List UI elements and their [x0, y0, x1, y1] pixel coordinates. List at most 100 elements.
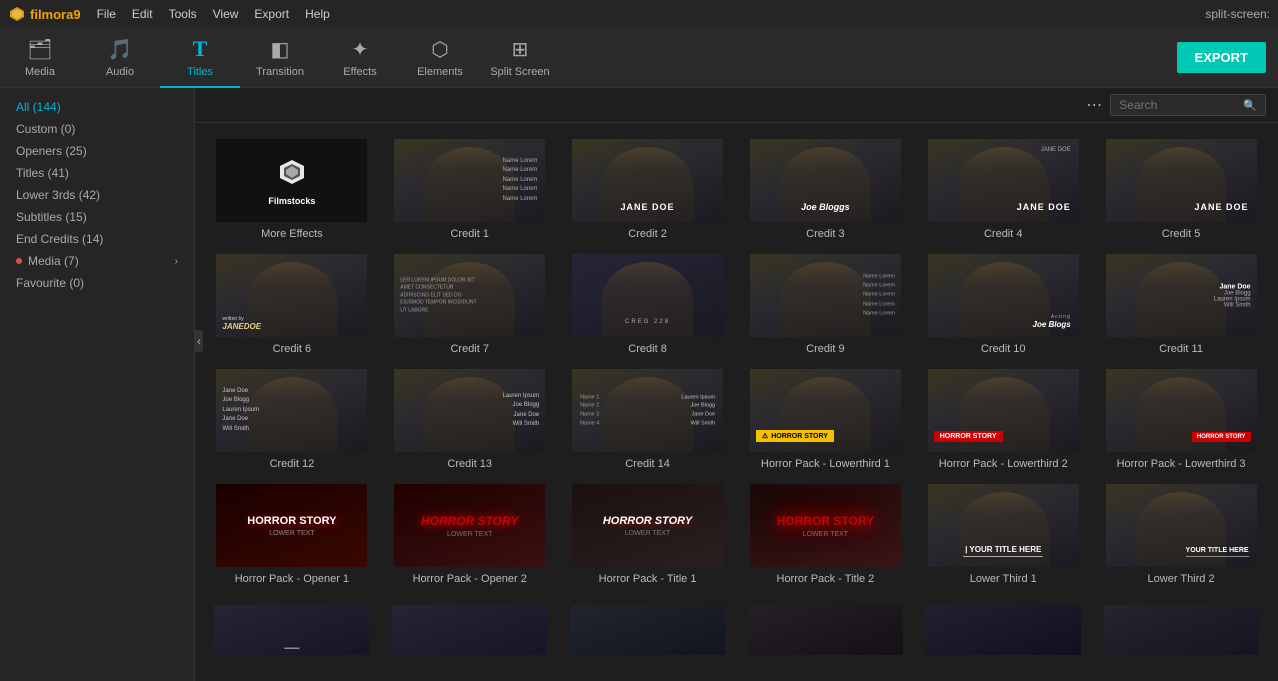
item-label: Credit 8	[570, 343, 725, 355]
list-item[interactable]: | YOUR TITLE HERE Lower Third 1	[914, 476, 1092, 591]
list-item[interactable]	[914, 599, 1092, 661]
sidebar: All (144) Custom (0) Openers (25) Titles…	[0, 88, 195, 681]
list-item[interactable]: Name LoremName LoremName LoremName Lorem…	[381, 131, 559, 246]
toolbar-audio-label: Audio	[106, 66, 134, 78]
menu-tools[interactable]: Tools	[169, 7, 197, 21]
menu-help[interactable]: Help	[305, 7, 330, 21]
list-item[interactable]: Acting Joe Blogs Credit 10	[914, 246, 1092, 361]
sidebar-custom-label: Custom (0)	[16, 122, 75, 136]
list-item[interactable]: written by JANEDOE Credit 6	[203, 246, 381, 361]
thumb-horror-title1: HORROR STORY LOWER TEXT	[570, 482, 725, 569]
thumb-credit-2: JANE DOE	[570, 137, 725, 224]
toolbar-audio[interactable]: 🎵 Audio	[80, 28, 160, 88]
item-label: Credit 4	[926, 228, 1081, 240]
list-item[interactable]: LER LOREM IPSUM DOLOR SIT AMET CONSECTET…	[381, 246, 559, 361]
item-label: Credit 7	[392, 343, 547, 355]
item-label: Horror Pack - Title 2	[748, 573, 903, 585]
list-item[interactable]	[381, 599, 559, 661]
titles-icon: T	[193, 36, 208, 62]
thumb-horror-opener2: HORROR STORY LOWER TEXT	[392, 482, 547, 569]
content-area[interactable]: ⋯ 🔍 Filmstocks	[195, 88, 1278, 681]
thumb-lower-third2: YOUR TITLE HERE	[1104, 482, 1259, 569]
main-layout: All (144) Custom (0) Openers (25) Titles…	[0, 88, 1278, 681]
item-label: More Effects	[214, 228, 369, 240]
list-item[interactable]: CREG 228 Credit 8	[559, 246, 737, 361]
split-screen-icon: ⊞	[512, 37, 529, 62]
elements-icon: ⬡	[431, 37, 448, 62]
menu-export[interactable]: Export	[254, 7, 289, 21]
thumb-credit-3: Joe Bloggs	[748, 137, 903, 224]
list-item[interactable]: JANE DOE JANE DOE Credit 4	[914, 131, 1092, 246]
chevron-left-icon: ‹	[197, 334, 201, 348]
list-item[interactable]: HORROR STORY LOWER TEXT Horror Pack - Op…	[381, 476, 559, 591]
toolbar: 🗂 Media 🎵 Audio T Titles ◧ Transition ✦ …	[0, 28, 1278, 88]
list-item[interactable]: ⚠HORROR STORY Horror Pack - Lowerthird 1	[736, 361, 914, 476]
list-item[interactable]: HORROR STORY LOWER TEXT Horror Pack - Ti…	[736, 476, 914, 591]
list-item[interactable]: Joe Bloggs Credit 3	[736, 131, 914, 246]
list-item[interactable]: Name LoremName LoremName LoremName Lorem…	[736, 246, 914, 361]
menu-bar: filmora9 File Edit Tools View Export Hel…	[0, 0, 1278, 28]
list-item[interactable]	[1092, 599, 1270, 661]
list-item[interactable]	[559, 599, 737, 661]
list-item[interactable]: YOUR TITLE HERE Lower Third 2	[1092, 476, 1270, 591]
thumb-credit-10: Acting Joe Blogs	[926, 252, 1081, 339]
menu-edit[interactable]: Edit	[132, 7, 153, 21]
item-label: Lower Third 2	[1104, 573, 1259, 585]
thumb-horror-opener1: HORROR STORY LOWER TEXT	[214, 482, 369, 569]
search-input[interactable]	[1119, 98, 1239, 112]
sidebar-item-lower3rds[interactable]: Lower 3rds (42)	[0, 184, 194, 206]
list-item[interactable]: JANE DOE Credit 2	[559, 131, 737, 246]
sidebar-item-end-credits[interactable]: End Credits (14)	[0, 228, 194, 250]
list-item[interactable]: JANE DOE Credit 5	[1092, 131, 1270, 246]
sidebar-item-openers[interactable]: Openers (25)	[0, 140, 194, 162]
list-item[interactable]: HORROR STORY LOWER TEXT Horror Pack - Op…	[203, 476, 381, 591]
thumb-more-effects: Filmstocks	[214, 137, 369, 224]
thumb-horror-lower3: HORROR STORY	[1104, 367, 1259, 454]
item-label: Lower Third 1	[926, 573, 1081, 585]
sidebar-item-all[interactable]: All (144)	[0, 96, 194, 118]
toolbar-elements[interactable]: ⬡ Elements	[400, 28, 480, 88]
sidebar-collapse-toggle[interactable]: ‹	[195, 330, 203, 352]
sidebar-end-credits-label: End Credits (14)	[16, 232, 103, 246]
chevron-right-icon: ›	[175, 256, 178, 267]
sidebar-item-media[interactable]: Media (7) ›	[0, 250, 194, 272]
search-icon[interactable]: 🔍	[1243, 99, 1257, 112]
list-item[interactable]: HORROR STORY LOWER TEXT Horror Pack - Ti…	[559, 476, 737, 591]
thumb-credit-12: Jane DoeJoe BloggLauren IpsumJane DoeWil…	[214, 367, 369, 454]
sidebar-item-favourite[interactable]: Favourite (0)	[0, 272, 194, 294]
toolbar-transition[interactable]: ◧ Transition	[240, 28, 320, 88]
thumb-credit-9: Name LoremName LoremName LoremName Lorem…	[748, 252, 903, 339]
grid-toggle-icon[interactable]: ⋯	[1086, 95, 1102, 115]
sidebar-openers-label: Openers (25)	[16, 144, 87, 158]
list-item[interactable]: Filmstocks More Effects	[203, 131, 381, 246]
list-item[interactable]: Jane Doe Joe BloggLauren IpsumWill Smith…	[1092, 246, 1270, 361]
list-item[interactable]: Name 1Name 2Name 3Name 4 Lauren IpsumJoe…	[559, 361, 737, 476]
item-label: Credit 11	[1104, 343, 1259, 355]
list-item[interactable]: ▬▬▬	[203, 599, 381, 661]
thumb-credit-6: written by JANEDOE	[214, 252, 369, 339]
sidebar-item-subtitles[interactable]: Subtitles (15)	[0, 206, 194, 228]
toolbar-effects[interactable]: ✦ Effects	[320, 28, 400, 88]
app-name: filmora9	[30, 7, 81, 22]
toolbar-media[interactable]: 🗂 Media	[0, 28, 80, 88]
sidebar-item-custom[interactable]: Custom (0)	[0, 118, 194, 140]
sidebar-item-titles[interactable]: Titles (41)	[0, 162, 194, 184]
toolbar-effects-label: Effects	[343, 66, 376, 78]
export-button[interactable]: EXPORT	[1177, 42, 1266, 73]
item-label: Horror Pack - Title 1	[570, 573, 725, 585]
menu-view[interactable]: View	[213, 7, 239, 21]
list-item[interactable]: HORROR STORY Horror Pack - Lowerthird 2	[914, 361, 1092, 476]
sidebar-media-label: Media (7)	[28, 254, 79, 268]
thumb-horror-title2: HORROR STORY LOWER TEXT	[748, 482, 903, 569]
list-item[interactable]: HORROR STORY Horror Pack - Lowerthird 3	[1092, 361, 1270, 476]
list-item[interactable]: Jane DoeJoe BloggLauren IpsumJane DoeWil…	[203, 361, 381, 476]
menu-file[interactable]: File	[97, 7, 116, 21]
toolbar-split-label: Split Screen	[490, 66, 549, 78]
thumb-credit-7: LER LOREM IPSUM DOLOR SIT AMET CONSECTET…	[392, 252, 547, 339]
list-item[interactable]	[736, 599, 914, 661]
toolbar-titles[interactable]: T Titles	[160, 28, 240, 88]
toolbar-split-screen[interactable]: ⊞ Split Screen	[480, 28, 560, 88]
list-item[interactable]: Lauren IpsumJoe BloggJane DoeWill Smith …	[381, 361, 559, 476]
sidebar-subtitles-label: Subtitles (15)	[16, 210, 87, 224]
item-label: Credit 9	[748, 343, 903, 355]
